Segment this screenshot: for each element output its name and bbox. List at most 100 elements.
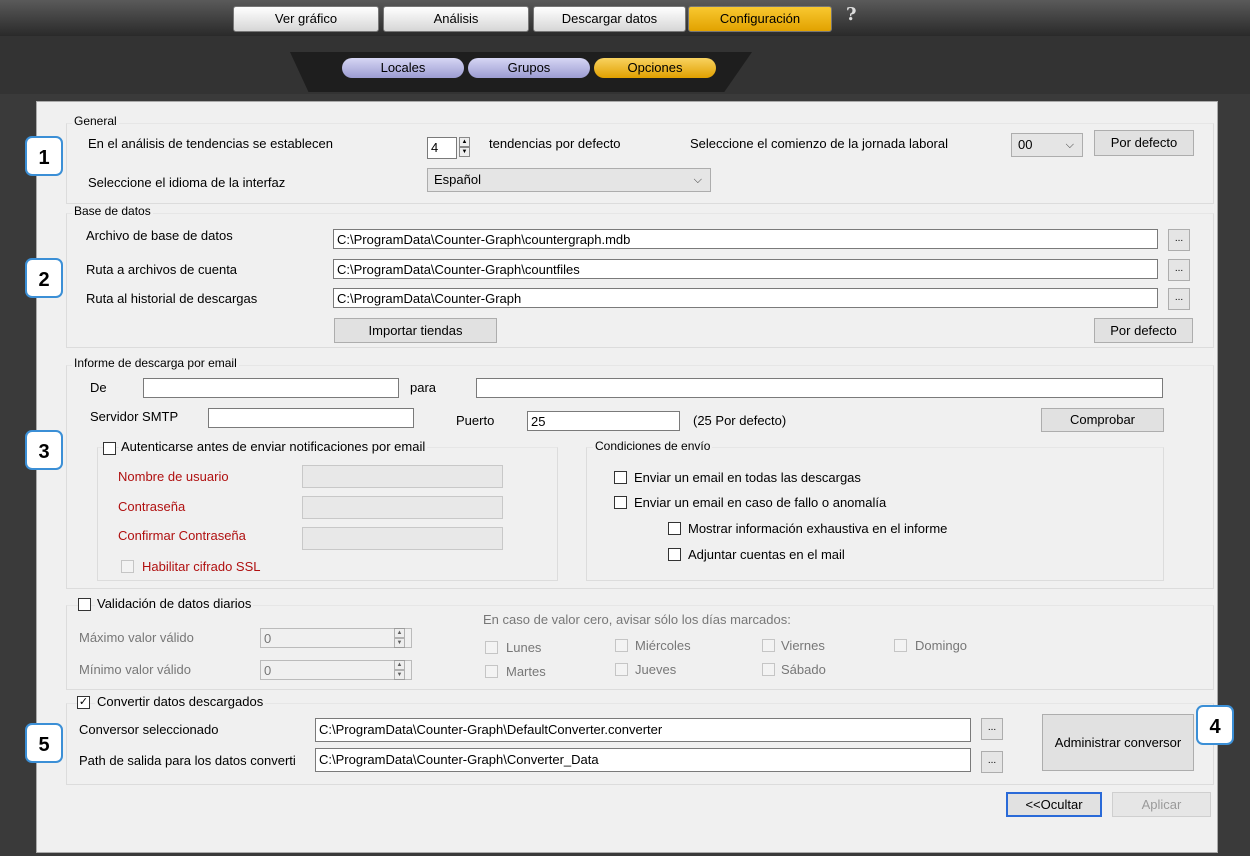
- day-domingo-checkbox[interactable]: [894, 639, 907, 652]
- workday-label: Seleccione el comienzo de la jornada lab…: [690, 136, 948, 151]
- workday-select[interactable]: 00 ⌵: [1011, 133, 1083, 157]
- min-value-label: Mínimo valor válido: [79, 662, 191, 677]
- password-input[interactable]: [302, 496, 503, 519]
- confirm-password-label: Confirmar Contraseña: [118, 528, 246, 543]
- count-path-label: Ruta a archivos de cuenta: [86, 262, 238, 277]
- history-path-input[interactable]: C:\ProgramData\Counter-Graph: [333, 288, 1158, 308]
- zero-note: En caso de valor cero, avisar sólo los d…: [483, 612, 791, 627]
- general-legend: General: [72, 114, 119, 128]
- cond-fail-checkbox[interactable]: [614, 496, 627, 509]
- smtp-label: Servidor SMTP: [90, 409, 179, 424]
- hide-button[interactable]: <<Ocultar: [1006, 792, 1102, 817]
- port-hint: (25 Por defecto): [693, 413, 787, 428]
- output-path-label: Path de salida para los datos converti: [79, 753, 296, 768]
- trends-spinner[interactable]: ▲ ▼: [459, 137, 471, 159]
- cond-exhaustive-label: Mostrar información exhaustiva en el inf…: [688, 521, 948, 536]
- validation-legend: Validación de datos diarios: [95, 596, 254, 611]
- day-miercoles-checkbox[interactable]: [615, 639, 628, 652]
- from-input[interactable]: [143, 378, 399, 398]
- subtab-locales[interactable]: Locales: [342, 58, 464, 78]
- import-stores-button[interactable]: Importar tiendas: [334, 318, 497, 343]
- converter-legend: Convertir datos descargados: [95, 694, 266, 709]
- general-default-button[interactable]: Por defecto: [1094, 130, 1194, 156]
- converter-checkbox[interactable]: ✓: [77, 696, 90, 709]
- min-value-input[interactable]: 0: [260, 660, 412, 680]
- from-label: De: [90, 380, 107, 395]
- day-miercoles-label: Miércoles: [635, 638, 691, 653]
- tab-ver-grafico[interactable]: Ver gráfico: [233, 6, 379, 32]
- db-file-input[interactable]: C:\ProgramData\Counter-Graph\countergrap…: [333, 229, 1158, 249]
- validation-checkbox[interactable]: [78, 598, 91, 611]
- history-path-label: Ruta al historial de descargas: [86, 291, 258, 306]
- cond-exhaustive-checkbox[interactable]: [668, 522, 681, 535]
- spin-down-icon[interactable]: ▼: [394, 670, 405, 680]
- output-path-browse-button[interactable]: ...: [981, 751, 1003, 773]
- workday-value: 00: [1018, 137, 1033, 152]
- history-path-browse-button[interactable]: ...: [1168, 288, 1190, 310]
- tab-configuracion[interactable]: Configuración: [688, 6, 832, 32]
- ssl-label: Habilitar cifrado SSL: [142, 559, 261, 574]
- chevron-down-icon: ⌵: [1065, 139, 1074, 151]
- port-input[interactable]: 25: [527, 411, 680, 431]
- language-value: Español: [434, 172, 481, 187]
- spin-up-icon[interactable]: ▲: [459, 137, 470, 147]
- help-icon[interactable]: ?: [846, 4, 857, 25]
- port-label: Puerto: [456, 413, 495, 428]
- confirm-password-input[interactable]: [302, 527, 503, 550]
- smtp-input[interactable]: [208, 408, 414, 428]
- min-value-spinner[interactable]: ▲ ▼: [394, 660, 406, 682]
- conditions-legend: Condiciones de envío: [593, 439, 713, 453]
- cond-attach-checkbox[interactable]: [668, 548, 681, 561]
- spin-up-icon[interactable]: ▲: [394, 628, 405, 638]
- spin-down-icon[interactable]: ▼: [394, 638, 405, 648]
- cond-all-checkbox[interactable]: [614, 471, 627, 484]
- day-viernes-checkbox[interactable]: [762, 639, 775, 652]
- spin-down-icon[interactable]: ▼: [459, 147, 470, 157]
- check-smtp-button[interactable]: Comprobar: [1041, 408, 1164, 432]
- apply-button[interactable]: Aplicar: [1112, 792, 1211, 817]
- max-value-input[interactable]: 0: [260, 628, 412, 648]
- language-select[interactable]: Español ⌵: [427, 168, 711, 192]
- spin-up-icon[interactable]: ▲: [394, 660, 405, 670]
- database-default-button[interactable]: Por defecto: [1094, 318, 1193, 343]
- day-martes-checkbox[interactable]: [485, 665, 498, 678]
- username-label: Nombre de usuario: [118, 469, 229, 484]
- subtab-opciones[interactable]: Opciones: [594, 58, 716, 78]
- database-legend: Base de datos: [72, 204, 153, 218]
- max-value-spinner[interactable]: ▲ ▼: [394, 628, 406, 650]
- count-path-browse-button[interactable]: ...: [1168, 259, 1190, 281]
- day-jueves-checkbox[interactable]: [615, 663, 628, 676]
- db-file-browse-button[interactable]: ...: [1168, 229, 1190, 251]
- cond-all-label: Enviar un email en todas las descargas: [634, 470, 861, 485]
- callout-badge-1: 1: [25, 136, 63, 176]
- email-legend: Informe de descarga por email: [72, 356, 239, 370]
- selected-converter-input[interactable]: C:\ProgramData\Counter-Graph\DefaultConv…: [315, 718, 971, 742]
- chevron-down-icon: ⌵: [693, 174, 702, 186]
- day-domingo-label: Domingo: [915, 638, 968, 653]
- trends-input[interactable]: 4: [427, 137, 457, 159]
- auth-legend: Autenticarse antes de enviar notificacio…: [119, 439, 428, 454]
- subtab-grupos[interactable]: Grupos: [468, 58, 590, 78]
- auth-checkbox[interactable]: [103, 442, 116, 455]
- manage-converter-button[interactable]: Administrar conversor: [1042, 714, 1194, 771]
- output-path-input[interactable]: C:\ProgramData\Counter-Graph\Converter_D…: [315, 748, 971, 772]
- tab-analisis[interactable]: Análisis: [383, 6, 529, 32]
- ssl-checkbox[interactable]: [121, 560, 134, 573]
- username-input[interactable]: [302, 465, 503, 488]
- tab-descargar-datos[interactable]: Descargar datos: [533, 6, 686, 32]
- selected-converter-label: Conversor seleccionado: [79, 722, 219, 737]
- selected-converter-browse-button[interactable]: ...: [981, 718, 1003, 740]
- day-sabado-checkbox[interactable]: [762, 663, 775, 676]
- day-sabado-label: Sábado: [781, 662, 826, 677]
- cond-attach-label: Adjuntar cuentas en el mail: [688, 547, 845, 562]
- cond-fail-label: Enviar un email en caso de fallo o anoma…: [634, 495, 887, 510]
- day-lunes-checkbox[interactable]: [485, 641, 498, 654]
- day-martes-label: Martes: [506, 664, 546, 679]
- callout-badge-5: 5: [25, 723, 63, 763]
- trends-suffix: tendencias por defecto: [489, 136, 621, 151]
- trends-label: En el análisis de tendencias se establec…: [88, 136, 333, 151]
- to-input[interactable]: [476, 378, 1163, 398]
- callout-badge-2: 2: [25, 258, 63, 298]
- count-path-input[interactable]: C:\ProgramData\Counter-Graph\countfiles: [333, 259, 1158, 279]
- max-value-label: Máximo valor válido: [79, 630, 194, 645]
